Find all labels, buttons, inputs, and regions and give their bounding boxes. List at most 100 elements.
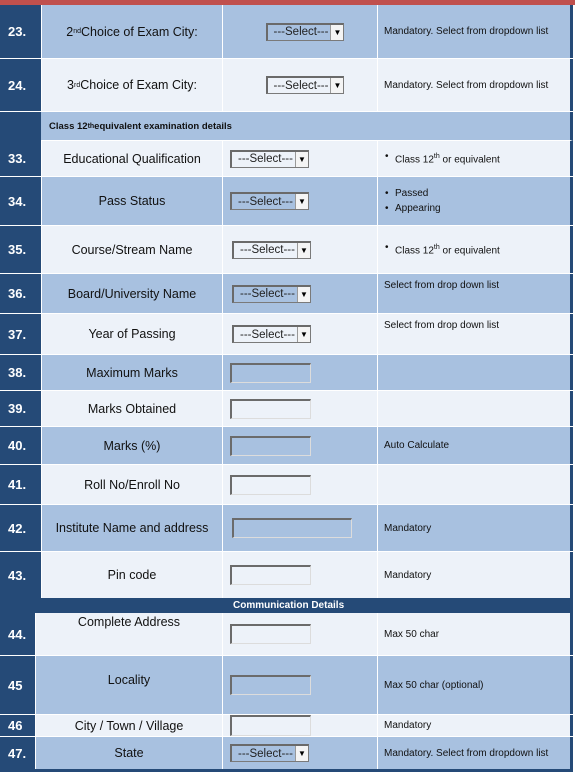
input-cell — [222, 465, 377, 504]
field-note: Max 50 char (optional) — [377, 656, 573, 714]
input-cell: ---Select--- ▼ — [222, 226, 377, 273]
field-label: Locality — [35, 656, 222, 714]
input-cell: ---Select--- ▼ — [222, 274, 377, 313]
input-cell: ---Select--- ▼ — [222, 5, 377, 58]
note-text: Class 12 — [395, 245, 434, 257]
form-row-46: 46 City / Town / Village Mandatory — [0, 715, 573, 737]
section-title-sup: th — [87, 122, 95, 130]
note-list: Class 12th or equivalent — [384, 240, 500, 258]
select-value: ---Select--- — [273, 79, 329, 92]
section-title: Communication Details — [233, 600, 345, 611]
select-value: ---Select--- — [238, 153, 293, 165]
note-item: Appearing — [384, 201, 441, 216]
chevron-down-icon[interactable]: ▼ — [294, 746, 308, 761]
form-row-42: 42. Institute Name and address Mandatory — [0, 505, 573, 552]
note-list: Passed Appearing — [384, 186, 441, 216]
chevron-down-icon[interactable]: ▼ — [296, 327, 310, 342]
row-number: 38. — [0, 355, 41, 390]
input-cell: ---Select--- ▼ — [222, 59, 377, 111]
state-select[interactable]: ---Select--- ▼ — [230, 744, 309, 762]
field-note: Passed Appearing — [377, 177, 573, 225]
form-row-47: 47. State ---Select--- ▼ Mandatory. Selec… — [0, 737, 573, 772]
chevron-down-icon[interactable]: ▼ — [296, 286, 310, 302]
select-value: ---Select--- — [240, 288, 295, 300]
field-label: City / Town / Village — [35, 715, 222, 736]
note-text: or equivalent — [439, 245, 500, 257]
row-number: 33. — [0, 141, 41, 176]
note-text: or equivalent — [439, 154, 500, 166]
field-label: Pass Status — [41, 177, 222, 225]
field-label: Marks (%) — [41, 427, 222, 464]
chevron-down-icon[interactable]: ▼ — [296, 242, 310, 258]
chevron-down-icon[interactable]: ▼ — [330, 78, 344, 93]
note-item: Class 12th or equivalent — [384, 240, 500, 258]
label-text: 2 — [66, 24, 74, 39]
exam-city-3-select[interactable]: ---Select--- ▼ — [265, 76, 345, 94]
row-number: 36. — [0, 274, 41, 313]
row-number: 43. — [0, 552, 41, 598]
board-university-select[interactable]: ---Select--- ▼ — [232, 284, 311, 303]
form-row-37: 37. Year of Passing ---Select--- ▼ Select… — [0, 314, 573, 355]
marks-percent-input[interactable] — [230, 435, 311, 456]
select-value: ---Select--- — [238, 195, 293, 208]
field-note: Select from drop down list — [377, 274, 573, 313]
field-note: Mandatory — [377, 715, 573, 736]
field-label: State — [35, 737, 222, 769]
exam-city-2-select[interactable]: ---Select--- ▼ — [265, 22, 345, 41]
section-title: equivalent examination details — [94, 120, 232, 132]
note-item: Passed — [384, 186, 441, 201]
row-number: 37. — [0, 314, 41, 354]
row-number: 39. — [0, 391, 41, 426]
row-number: 46 — [0, 715, 35, 736]
select-value: ---Select--- — [273, 26, 329, 38]
complete-address-input[interactable] — [230, 624, 311, 644]
field-label: Pin code — [41, 552, 222, 598]
section-title: Class 12 — [49, 120, 88, 132]
field-label: Institute Name and address — [41, 505, 222, 551]
row-number: 34. — [0, 177, 41, 225]
section-header-communication: Communication Details — [0, 598, 573, 613]
input-cell — [222, 613, 377, 655]
row-number-blank — [0, 112, 41, 141]
field-label: Educational Qualification — [41, 141, 222, 176]
row-number: 35. — [0, 226, 41, 273]
field-note: Class 12th or equivalent — [377, 226, 573, 273]
field-label: 2nd Choice of Exam City: — [41, 5, 222, 58]
row-number: 40. — [0, 427, 41, 464]
input-cell: ---Select--- ▼ — [222, 737, 377, 769]
note-text: Class 12 — [395, 154, 434, 166]
chevron-down-icon[interactable]: ▼ — [294, 194, 308, 209]
field-note: Max 50 char — [377, 613, 573, 655]
field-note: Select from drop down list — [377, 314, 573, 354]
form-row-34: 34. Pass Status ---Select---▼ Passed App… — [0, 177, 573, 226]
course-stream-select[interactable]: ---Select--- ▼ — [232, 240, 311, 259]
form-row-24: 24. 3rd Choice of Exam City: ---Select--… — [0, 59, 573, 112]
form-row-44: 44. Complete Address Max 50 char — [0, 613, 573, 656]
maximum-marks-input[interactable] — [230, 362, 311, 383]
field-note — [377, 355, 573, 390]
row-number: 47. — [0, 737, 35, 769]
note-item: Class 12th or equivalent — [384, 149, 500, 167]
row-number: 24. — [0, 59, 41, 111]
field-note: Mandatory — [377, 552, 573, 598]
year-of-passing-select[interactable]: ---Select--- ▼ — [232, 325, 311, 343]
chevron-down-icon[interactable]: ▼ — [294, 151, 308, 167]
field-note — [377, 465, 573, 504]
input-cell — [222, 656, 377, 714]
form-row-43: 43. Pin code Mandatory — [0, 552, 573, 598]
institute-name-input[interactable] — [232, 518, 352, 538]
select-value: ---Select--- — [238, 747, 293, 760]
row-number: 23. — [0, 5, 41, 58]
chevron-down-icon[interactable]: ▼ — [330, 24, 344, 40]
roll-no-input[interactable] — [230, 474, 311, 495]
form-row-45: 45 Locality Max 50 char (optional) — [0, 656, 573, 715]
locality-input[interactable] — [230, 675, 311, 695]
pass-status-select[interactable]: ---Select--- ▼ — [230, 192, 309, 210]
field-label: Course/Stream Name — [41, 226, 222, 273]
select-value: ---Select--- — [240, 328, 295, 341]
pin-code-input[interactable] — [230, 565, 311, 585]
city-town-village-input[interactable] — [230, 715, 311, 736]
educational-qualification-select[interactable]: ---Select--- ▼ — [230, 149, 309, 168]
marks-obtained-input[interactable] — [230, 398, 311, 419]
form-row-33: 33. Educational Qualification ---Select-… — [0, 141, 573, 177]
